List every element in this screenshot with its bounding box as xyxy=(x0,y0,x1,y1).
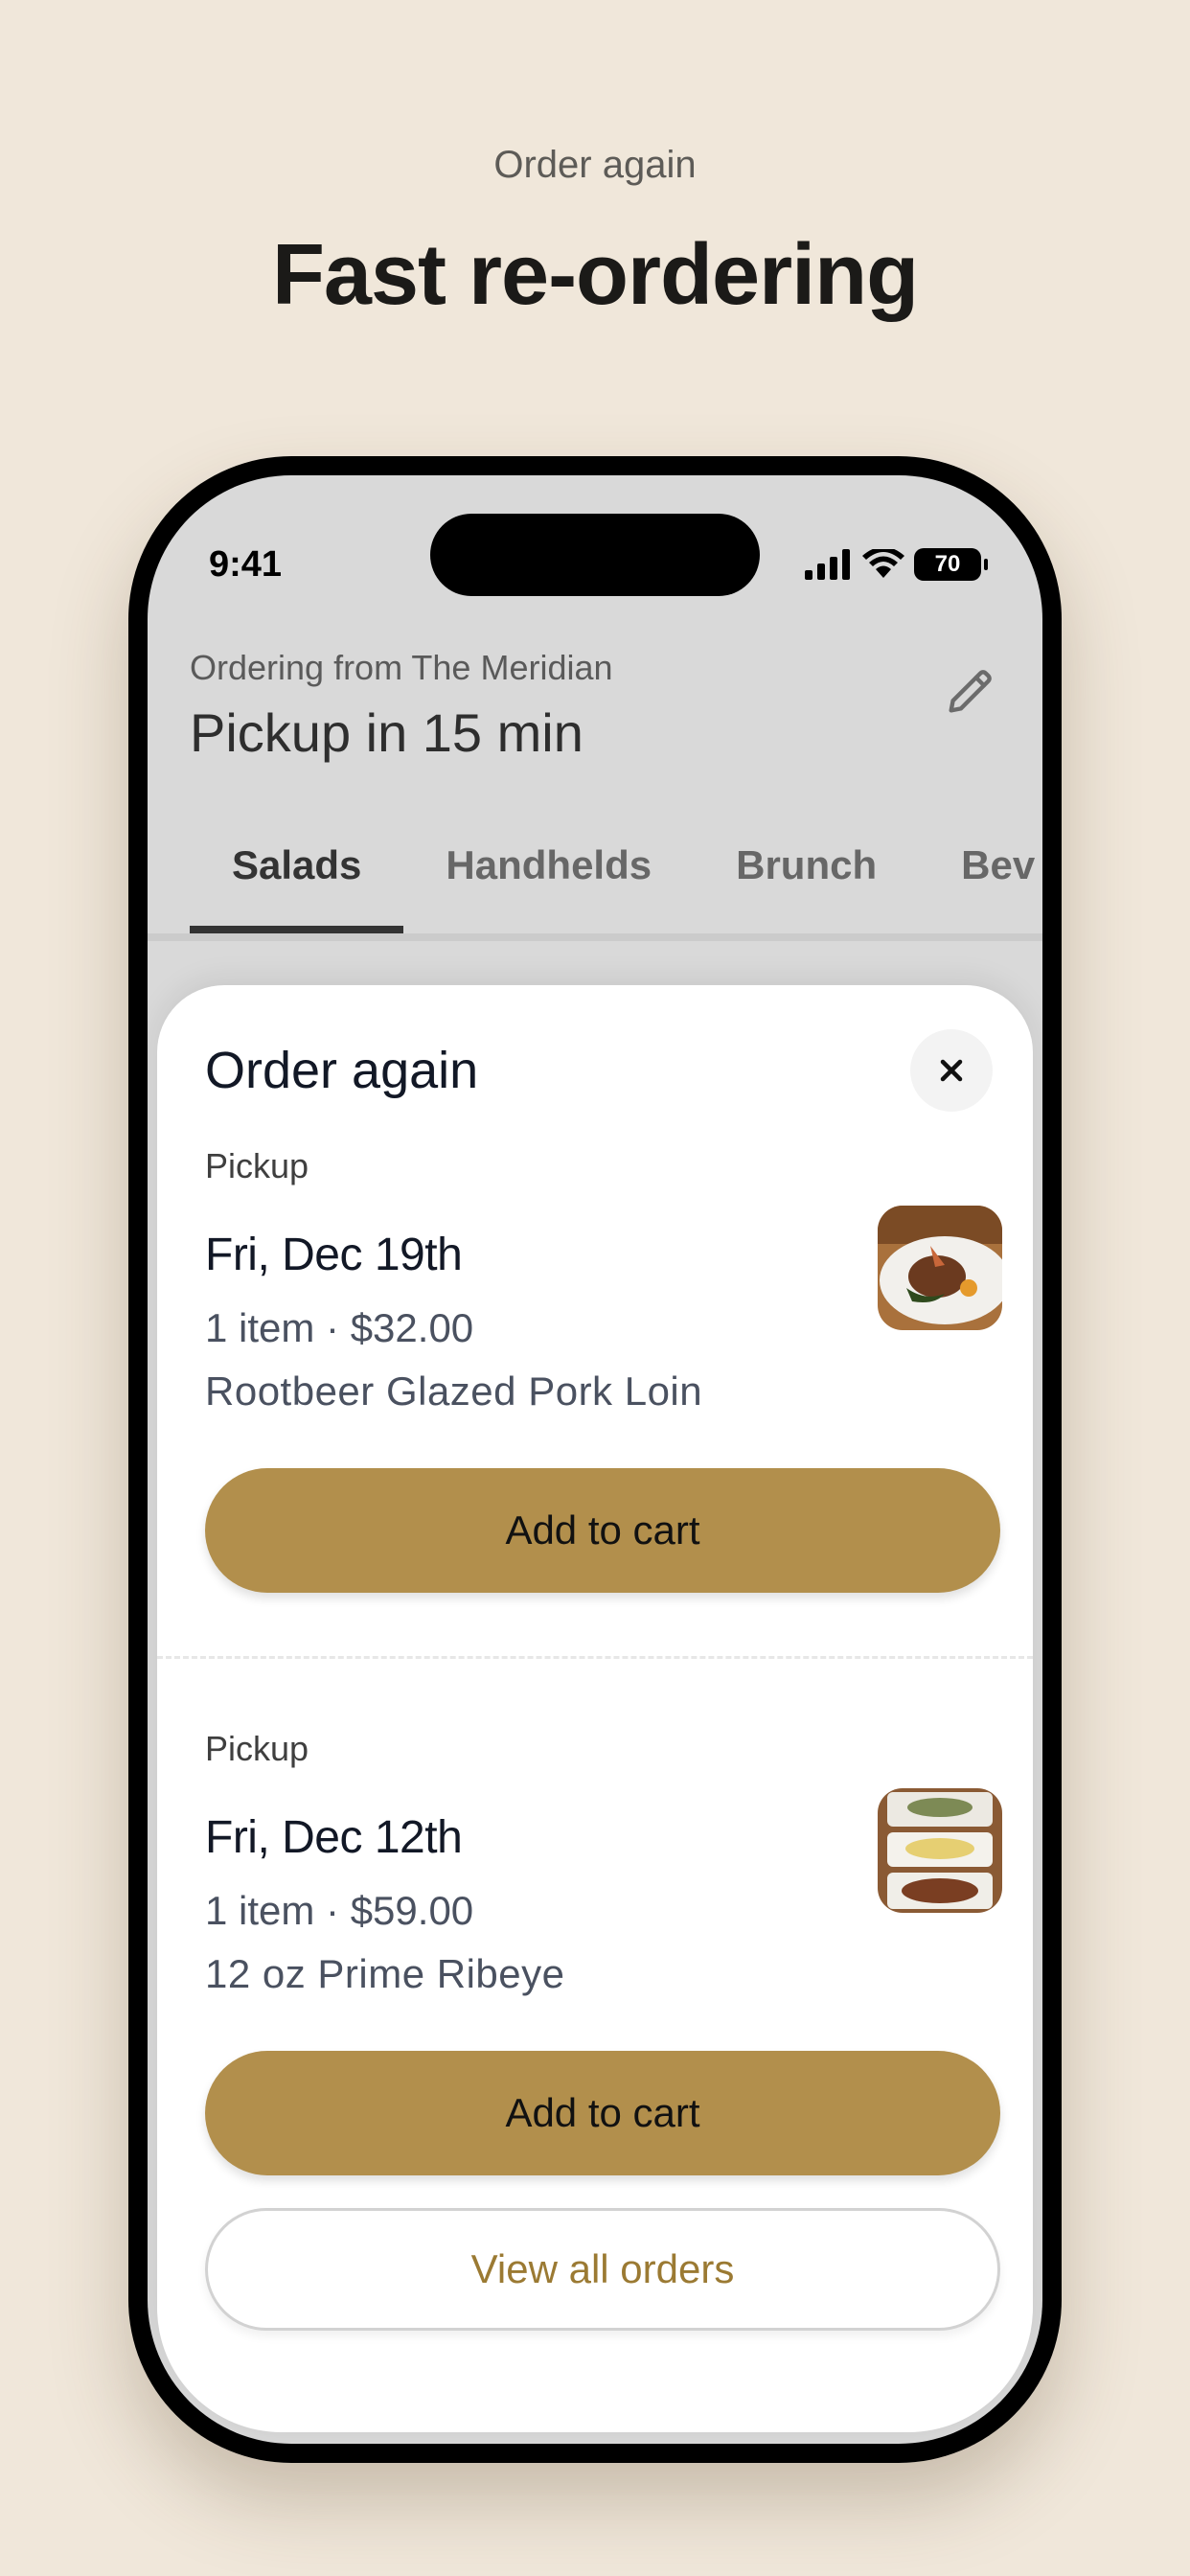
order-again-sheet: Order again Pickup Fri, Dec 19th 1 item … xyxy=(157,985,1033,2432)
pencil-icon xyxy=(949,670,992,713)
sheet-title: Order again xyxy=(205,1042,479,1099)
add-to-cart-button[interactable]: Add to cart xyxy=(205,1468,1000,1593)
view-all-orders-button[interactable]: View all orders xyxy=(205,2208,1000,2331)
close-icon xyxy=(940,1059,963,1082)
status-time: 9:41 xyxy=(209,544,283,585)
order-type: Pickup xyxy=(205,1146,309,1185)
tab-brunch[interactable]: Brunch xyxy=(694,826,919,933)
tab-salads[interactable]: Salads xyxy=(190,826,404,933)
order-date: Fri, Dec 19th xyxy=(205,1230,463,1280)
edit-order-button[interactable] xyxy=(935,657,1004,726)
order-card: Pickup Fri, Dec 19th 1 item · $32.00 Roo… xyxy=(205,1146,1002,1593)
tab-handhelds[interactable]: Handhelds xyxy=(403,826,694,933)
close-button[interactable] xyxy=(910,1029,993,1112)
phone-frame: 9:41 70 Ordering from The Meridian Picku… xyxy=(128,456,1062,2463)
pickup-time-title: Pickup in 15 min xyxy=(190,702,584,763)
order-type: Pickup xyxy=(205,1729,309,1768)
status-icons: 70 xyxy=(805,548,988,581)
tab-beverages[interactable]: Bev xyxy=(919,826,1042,933)
promo-title: Fast re-ordering xyxy=(271,227,919,323)
order-card: Pickup Fri, Dec 12th 1 item · $59.00 12 … xyxy=(205,1729,1002,2175)
promo-eyebrow: Order again xyxy=(493,144,697,186)
order-thumbnail xyxy=(878,1788,1002,1913)
wifi-icon xyxy=(862,549,904,578)
order-item-name: 12 oz Prime Ribeye xyxy=(205,1951,565,1996)
order-divider xyxy=(157,1656,1033,1659)
order-item-name: Rootbeer Glazed Pork Loin xyxy=(205,1368,703,1414)
order-summary: 1 item · $59.00 xyxy=(205,1888,474,1933)
ordering-from-label: Ordering from The Meridian xyxy=(190,648,613,687)
battery-icon: 70 xyxy=(914,548,988,581)
category-tabs: Salads Handhelds Brunch Bev xyxy=(148,826,1042,941)
signal-icon xyxy=(805,549,850,580)
order-date: Fri, Dec 12th xyxy=(205,1812,463,1863)
add-to-cart-button[interactable]: Add to cart xyxy=(205,2051,1000,2175)
phone-screen: 9:41 70 Ordering from The Meridian Picku… xyxy=(148,475,1042,2444)
order-summary: 1 item · $32.00 xyxy=(205,1305,474,1350)
order-thumbnail xyxy=(878,1206,1002,1330)
dynamic-island xyxy=(430,514,760,596)
